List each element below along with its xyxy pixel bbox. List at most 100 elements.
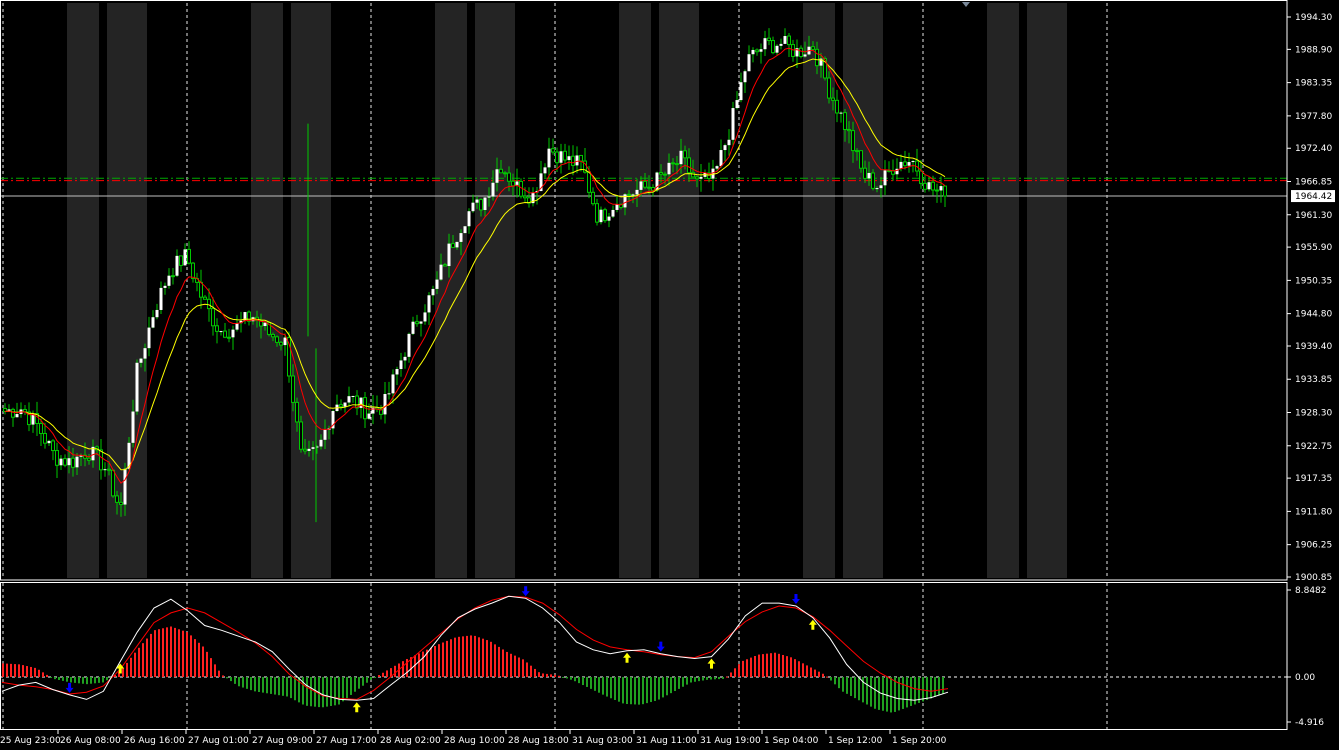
osc-histogram-bar	[570, 677, 572, 680]
time-label: 1 Sep 12:00	[828, 736, 883, 746]
candle-body	[323, 429, 327, 440]
arrow-down-icon	[521, 586, 530, 597]
arrow-up-icon	[707, 658, 716, 669]
candle-body	[899, 161, 903, 169]
osc-histogram-bar	[362, 677, 364, 686]
session-band	[1027, 3, 1067, 578]
osc-histogram-bar	[18, 664, 20, 677]
osc-histogram-bar	[634, 677, 636, 705]
osc-histogram-bar	[38, 669, 40, 677]
osc-histogram-bar	[254, 677, 256, 692]
price-label: 1966.85	[1295, 177, 1332, 187]
osc-histogram-bar	[202, 646, 204, 677]
price-axis: 1994.30 1988.90 1983.35 1977.80 1972.40 1966.…	[1287, 13, 1335, 583]
osc-histogram-bar	[926, 677, 928, 700]
osc-histogram-bar	[354, 677, 356, 692]
price-label: 1972.40	[1295, 144, 1332, 154]
candle-body	[71, 457, 75, 468]
osc-histogram-bar	[306, 677, 308, 706]
time-axis: 25 Aug 23:00 26 Aug 08:00 26 Aug 16:00 27 A…	[0, 730, 947, 746]
candle-body	[511, 180, 515, 187]
candle-body	[131, 411, 135, 443]
osc-histogram-bar	[582, 677, 584, 686]
osc-histogram-bar	[34, 667, 36, 677]
osc-histogram-bar	[358, 677, 360, 689]
session-band	[251, 3, 283, 578]
candle-body	[203, 296, 207, 300]
candle-body	[675, 163, 679, 166]
osc-histogram-bar	[478, 637, 480, 677]
candle-body	[575, 155, 579, 166]
arrow-down-icon	[656, 641, 665, 652]
candle-body	[119, 501, 123, 506]
session-band	[67, 3, 99, 578]
osc-histogram-bar	[878, 677, 880, 710]
osc-histogram-bar	[502, 649, 504, 677]
osc-histogram-bar	[822, 673, 824, 677]
osc-histogram-bar	[62, 677, 64, 681]
osc-histogram-bar	[706, 677, 708, 680]
osc-histogram-bar	[22, 665, 24, 677]
osc-histogram-bar	[330, 677, 332, 706]
price-label: 1944.80	[1295, 310, 1332, 320]
candle-body	[427, 295, 431, 313]
candle-body	[727, 139, 731, 146]
osc-histogram-bar	[490, 641, 492, 677]
session-band	[475, 3, 515, 578]
price-label: 1939.40	[1295, 342, 1332, 352]
candle-body	[75, 456, 79, 468]
osc-histogram-bar	[462, 636, 464, 677]
osc-histogram-bar	[466, 635, 468, 677]
time-label: 27 Aug 01:00	[188, 736, 249, 746]
osc-histogram-bar	[290, 677, 292, 699]
candle-body	[723, 145, 727, 151]
osc-panel-border	[0, 582, 1288, 730]
candle-body	[11, 408, 15, 418]
osc-histogram-bar	[830, 677, 832, 681]
indicator-label: 0.00	[1295, 673, 1315, 683]
price-chart[interactable]: 1994.30 1988.90 1983.35 1977.80 1972.40 1966.…	[0, 0, 1339, 750]
candle-body	[219, 331, 223, 333]
candle-body	[643, 180, 647, 188]
candle-body	[139, 358, 143, 363]
osc-histogram-bar	[58, 677, 60, 680]
candle-body	[147, 327, 151, 349]
candle-body	[155, 309, 159, 318]
osc-histogram-bar	[606, 677, 608, 697]
candle-body	[367, 413, 371, 419]
candle-body	[791, 44, 795, 57]
candle-body	[275, 336, 279, 343]
osc-histogram-bar	[622, 677, 624, 704]
candle-body	[319, 439, 323, 447]
candle-body	[451, 243, 455, 248]
osc-histogram-bar	[226, 677, 228, 679]
price-label: 1983.35	[1295, 79, 1332, 89]
candle-body	[835, 99, 839, 114]
osc-histogram-bar	[838, 677, 840, 689]
candle-body	[207, 298, 211, 310]
osc-histogram-bar	[70, 677, 72, 683]
candle-body	[151, 317, 155, 328]
osc-histogram-bar	[750, 657, 752, 677]
candle-body	[903, 161, 907, 167]
osc-histogram-bar	[166, 627, 168, 677]
candle-body	[571, 155, 575, 166]
candle-body	[803, 54, 807, 57]
candle-body	[103, 469, 107, 471]
osc-histogram-bar	[646, 677, 648, 704]
osc-histogram-bar	[26, 666, 28, 677]
osc-histogram-bar	[610, 677, 612, 699]
osc-histogram-bar	[258, 677, 260, 692]
osc-histogram-bar	[98, 677, 100, 683]
candle-body	[439, 264, 443, 280]
osc-histogram-bar	[514, 655, 516, 677]
time-label: 27 Aug 09:00	[252, 736, 313, 746]
candle-body	[743, 71, 747, 83]
time-label: 28 Aug 10:00	[444, 736, 505, 746]
price-label: 1988.90	[1295, 45, 1332, 55]
osc-histogram-bar	[150, 633, 152, 677]
osc-histogram-bar	[386, 670, 388, 677]
candle-body	[595, 203, 599, 223]
osc-histogram-bar	[46, 674, 48, 677]
osc-histogram-bar	[806, 665, 808, 677]
